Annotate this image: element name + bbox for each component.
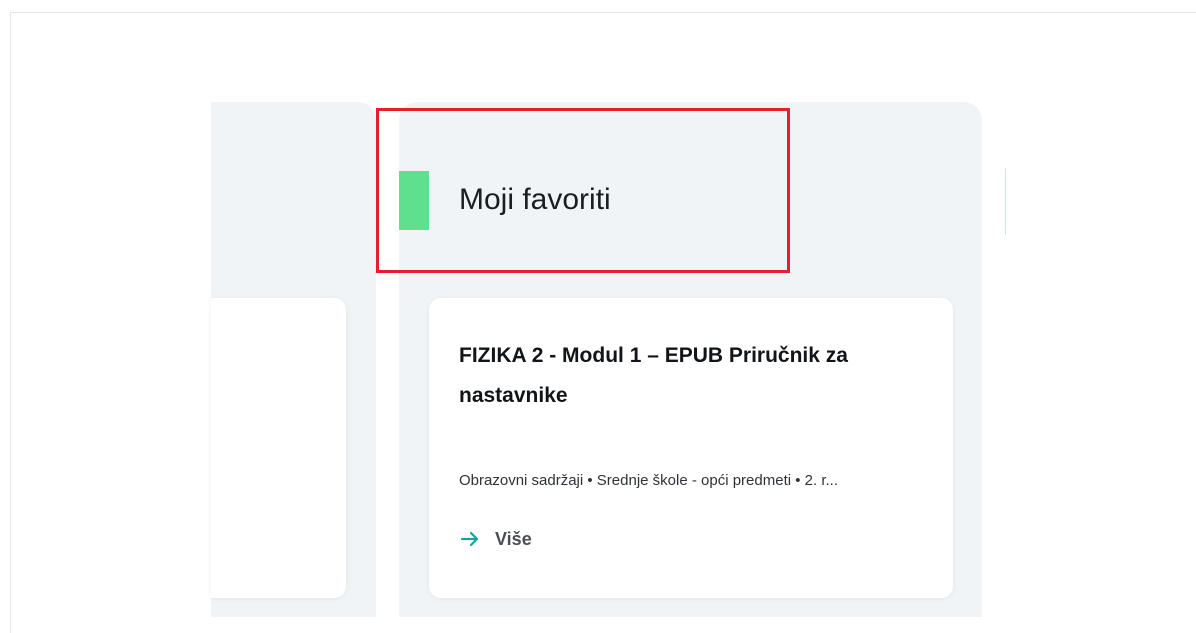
left-card[interactable] xyxy=(211,298,346,598)
card-meta: Obrazovni sadržaji • Srednje škole - opć… xyxy=(459,472,838,489)
arrow-right-icon xyxy=(459,528,481,550)
divider-line xyxy=(1005,168,1006,235)
favorite-card[interactable]: FIZIKA 2 - Modul 1 – EPUB Priručnik za n… xyxy=(429,298,953,598)
card-title[interactable]: FIZIKA 2 - Modul 1 – EPUB Priručnik za n… xyxy=(459,336,929,416)
highlight-box xyxy=(376,108,790,273)
more-label: Više xyxy=(495,528,532,549)
more-link[interactable]: Više xyxy=(459,528,532,550)
